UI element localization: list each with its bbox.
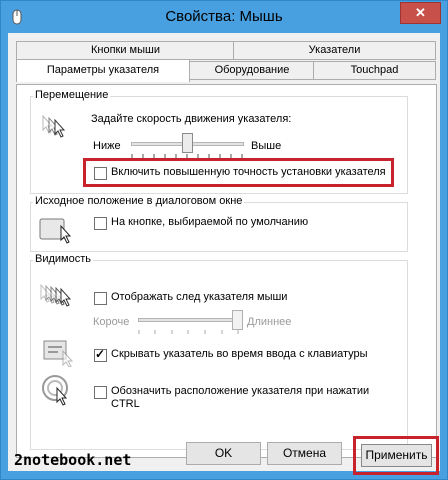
locate-pointer-label-line2[interactable]: CTRL — [111, 398, 140, 410]
pointer-trails-checkbox[interactable] — [94, 292, 107, 305]
hide-pointer-checkbox[interactable] — [94, 347, 107, 362]
snap-to-default-icon — [39, 218, 72, 244]
apply-highlight-box — [353, 436, 439, 475]
dialog-window: Свойства: Мышь ✕ Кнопки мыши Указатели П… — [0, 0, 448, 480]
tab-pointers[interactable]: Указатели — [233, 41, 436, 60]
trails-long-label: Длиннее — [247, 316, 292, 328]
trails-slider-ticks — [138, 330, 239, 334]
trails-slider-thumb[interactable] — [232, 310, 243, 330]
ok-button[interactable]: OK — [186, 442, 261, 465]
trails-short-label: Короче — [93, 316, 130, 328]
trails-slider-track[interactable] — [138, 318, 240, 322]
speed-label: Задайте скорость движения указателя: — [91, 113, 292, 125]
close-button[interactable]: ✕ — [400, 2, 441, 24]
locate-pointer-checkbox[interactable] — [94, 386, 107, 399]
locate-pointer-label-line1[interactable]: Обозначить расположение указателя при на… — [111, 385, 369, 397]
hide-pointer-label[interactable]: Скрывать указатель во время ввода с клав… — [111, 348, 368, 360]
speed-slow-label: Ниже — [93, 140, 121, 152]
pointer-trails-label[interactable]: Отображать след указателя мыши — [111, 291, 287, 303]
pointer-options-panel: Перемещение Задайте скорость движения ук… — [16, 84, 437, 458]
dialog-client-area: Кнопки мыши Указатели Параметры указател… — [8, 33, 440, 475]
speed-slider-thumb[interactable] — [181, 133, 193, 153]
window-title: Свойства: Мышь — [165, 8, 283, 25]
snap-to-default-label[interactable]: На кнопке, выбираемой по умолчанию — [111, 216, 308, 228]
title-bar[interactable]: Свойства: Мышь ✕ — [1, 1, 447, 33]
locate-pointer-icon — [42, 375, 68, 406]
pointer-trails-icon — [40, 283, 72, 307]
tab-mouse-buttons[interactable]: Кнопки мыши — [16, 41, 235, 60]
snap-to-group-title: Исходное положение в диалоговом окне — [33, 195, 245, 207]
movement-group-title: Перемещение — [33, 89, 111, 101]
visibility-group-title: Видимость — [33, 253, 93, 265]
tab-touchpad[interactable]: Touchpad — [313, 61, 436, 80]
snap-to-default-checkbox[interactable] — [94, 217, 107, 230]
pointer-speed-icon — [42, 114, 66, 138]
tab-hardware[interactable]: Оборудование — [189, 61, 315, 80]
tab-pointer-options[interactable]: Параметры указателя — [16, 59, 190, 82]
precision-highlight-box — [83, 158, 394, 187]
watermark-text: 2notebook.net — [14, 451, 132, 469]
cancel-button[interactable]: Отмена — [267, 442, 342, 465]
hide-pointer-icon — [43, 340, 74, 367]
speed-fast-label: Выше — [251, 140, 282, 152]
